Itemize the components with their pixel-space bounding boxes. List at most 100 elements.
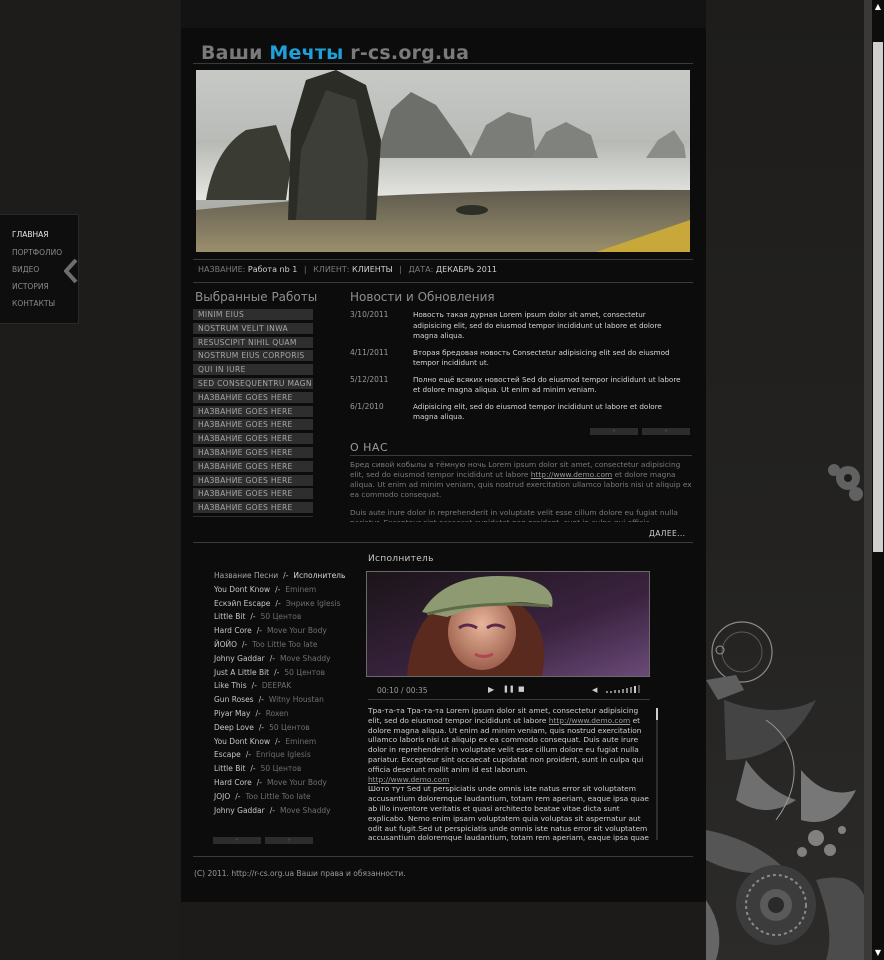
song-item[interactable]: Little Bit /- 50 Центов [214, 612, 354, 626]
song-item[interactable]: Gun Roses /- Witny Houstan [214, 695, 354, 709]
works-item[interactable]: НАЗВАНИЕ GOES HERE [193, 446, 313, 458]
divider [193, 63, 693, 64]
works-item[interactable]: NOSTRUM EIUS CORPORIS [193, 350, 313, 362]
nav-item[interactable]: ПОРТФОЛИО [12, 248, 62, 257]
song-separator: /- [242, 639, 248, 649]
works-item[interactable]: НАЗВАНИЕ GOES HERE [193, 502, 313, 514]
song-artist: Eminem [285, 736, 317, 746]
site-logo[interactable]: Ваши Мечты r-cs.org.ua [201, 42, 469, 64]
song-title: Ескэйп Escape [214, 598, 271, 608]
meta-client-label: КЛИЕНТ: [313, 265, 350, 274]
news-item: 6/1/2010 Adipisicing elit, sed do eiusmod… [350, 402, 695, 423]
lyrics-link[interactable]: http://www.demo.com [549, 716, 630, 725]
news-prev-button[interactable]: ‹ [590, 428, 638, 435]
song-title: Hard Core [214, 626, 252, 636]
page-scrollbar[interactable]: ▲ ▼ [872, 0, 884, 960]
song-item[interactable]: Johny Gaddar /- Move Shaddy [214, 806, 354, 820]
song-artist: 50 Центов [284, 667, 325, 677]
works-item[interactable]: НАЗВАНИЕ GOES HERE [193, 405, 313, 417]
song-separator: /- [283, 571, 289, 580]
pause-icon[interactable]: ❚❚ [503, 685, 515, 693]
volume-icon[interactable]: ◀ [592, 686, 597, 694]
song-title: Just A Little Bit [214, 667, 270, 677]
song-item[interactable]: Deep Love /- 50 Центов [214, 723, 354, 737]
song-title: Little Bit [214, 612, 246, 622]
works-item[interactable]: MINIM EIUS [193, 309, 313, 320]
song-item[interactable]: Hard Core /- Move Your Body [214, 778, 354, 792]
read-more-link[interactable]: ДАЛЕЕ... [649, 529, 685, 538]
song-artist: Too Little Too late [245, 791, 311, 801]
news-text[interactable]: Новость такая дурная Lorem ipsum dolor s… [413, 310, 683, 342]
chevron-left-icon[interactable] [64, 259, 78, 283]
works-item[interactable]: NOSTRUM VELIT INWA [193, 322, 313, 334]
lyrics-scrollbar-thumb[interactable] [656, 708, 658, 720]
works-item[interactable]: RESUSCIPIT NIHIL QUAM [193, 336, 313, 348]
works-title: Выбранные Работы [195, 290, 318, 304]
song-separator: /- [251, 681, 257, 691]
works-list[interactable]: MINIM EIUS NOSTRUM VELIT INWA RESUSCIPIT N… [193, 309, 313, 517]
works-item[interactable]: НАЗВАНИЕ GOES HERE [193, 460, 313, 472]
nav-item[interactable]: КОНТАКТЫ [12, 299, 55, 308]
news-date: 6/1/2010 [350, 401, 384, 411]
works-item[interactable]: НАЗВАНИЕ GOES HERE [193, 433, 313, 445]
works-item[interactable]: НАЗВАНИЕ GOES HERE [193, 474, 313, 486]
time-separator: / [401, 686, 404, 695]
scroll-up-icon[interactable]: ▲ [872, 0, 884, 14]
song-item[interactable]: Escape /- Enrique Iglesis [214, 750, 354, 764]
works-item[interactable]: SED CONSEQUENTRU MAGN [193, 377, 313, 389]
divider [193, 259, 693, 260]
song-item[interactable]: Johny Gaddar /- Move Shaddy [214, 654, 354, 668]
song-separator: /- [258, 722, 265, 732]
nav-item[interactable]: ГЛАВНАЯ [12, 230, 48, 239]
song-separator: /- [255, 708, 261, 718]
news-text[interactable]: Полно ещё всяких новостей Sed do eiusmod… [413, 375, 683, 396]
nav-item[interactable]: ВИДЕО [12, 265, 39, 274]
works-item[interactable]: QUI IN IURE [193, 364, 313, 376]
song-item[interactable]: JOJO /- Too Little Too late [214, 792, 354, 806]
scrollbar-thumb[interactable] [873, 42, 883, 552]
total-time: 00:35 [405, 686, 428, 695]
stop-icon[interactable]: ■ [518, 685, 525, 693]
song-separator: /- [250, 612, 256, 622]
meta-client-value: КЛИЕНТЫ [352, 265, 393, 274]
news-text[interactable]: Вторая бредовая новость Consectetur adip… [413, 348, 683, 369]
lyrics-link-2[interactable]: http://www.demo.com [368, 775, 449, 784]
about-link[interactable]: http://www.demo.com [531, 470, 612, 479]
song-artist: 50 Центов [260, 764, 302, 774]
song-title: You Dont Know [214, 584, 271, 594]
song-item[interactable]: ЙОЙО /- Too Little Too late [214, 640, 354, 654]
works-item[interactable]: НАЗВАНИЕ GOES HERE [193, 515, 313, 517]
news-text[interactable]: Adipisicing elit, sed do eiusmod tempor … [413, 402, 683, 423]
song-item[interactable]: Hard Core /- Move Your Body [214, 626, 354, 640]
song-item[interactable]: You Dont Know /- Eminem [214, 585, 354, 599]
meta-name-value: Работа nb 1 [247, 265, 298, 274]
song-artist: 50 Центов [269, 722, 310, 732]
song-artist: Move Shaddy [279, 805, 331, 815]
works-item[interactable]: НАЗВАНИЕ GOES HERE [193, 419, 313, 431]
news-next-button[interactable]: › [642, 428, 690, 435]
works-item[interactable]: НАЗВАНИЕ GOES HERE [193, 391, 313, 403]
song-item[interactable]: Piyar May /- Roxen [214, 709, 354, 723]
song-artist: Энрике Iglesis [285, 598, 341, 608]
song-item[interactable]: Just A Little Bit /- 50 Центов [214, 668, 354, 682]
logo-text-accent: Мечты [269, 42, 344, 64]
song-item[interactable]: Little Bit /- 50 Центов [214, 764, 354, 778]
scroll-down-icon[interactable]: ▼ [872, 946, 884, 960]
song-item[interactable]: You Dont Know /- Eminem [214, 737, 354, 751]
decorative-background [706, 0, 866, 960]
news-pager: ‹ › [590, 428, 690, 435]
video-player[interactable] [366, 571, 650, 677]
song-item[interactable]: Ескэйп Escape /- Энрике Iglesis [214, 599, 354, 613]
lyrics-scrollbar[interactable] [656, 708, 658, 840]
works-item[interactable]: НАЗВАНИЕ GOES HERE [193, 488, 313, 500]
song-artist: Roxen [265, 708, 289, 718]
song-title: JOJO [214, 791, 231, 801]
nav-item[interactable]: ИСТОРИЯ [12, 282, 49, 291]
volume-slider[interactable] [606, 684, 642, 694]
songs-prev-button[interactable]: ‹ [213, 837, 261, 844]
play-icon[interactable]: ▶ [488, 685, 494, 694]
song-item[interactable]: Like This /- DEEPAK [214, 681, 354, 695]
songs-next-button[interactable]: › [265, 837, 313, 844]
song-artist: Enrique Iglesis [255, 750, 311, 760]
divider [193, 282, 693, 283]
